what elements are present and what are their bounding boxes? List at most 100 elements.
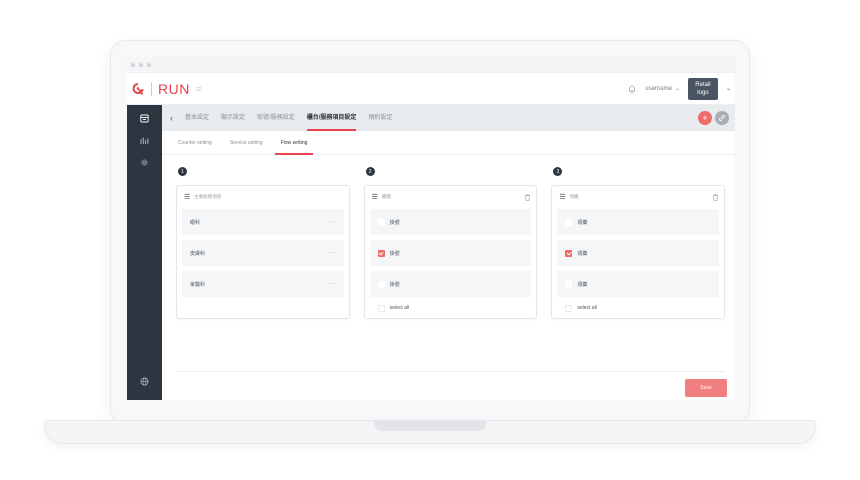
window-close-dot[interactable] <box>131 62 135 67</box>
logo-text: RUN <box>158 80 190 97</box>
drag-handle-icon[interactable]: ☰ <box>184 193 190 201</box>
flow-column-3: 3 ☰ 領藥 領藥 領藥 領藥 select all <box>551 167 726 319</box>
checkbox-row[interactable]: 掛號 <box>369 271 532 297</box>
app-body: ‹ 基本設定 顯示設定 取號/服務設定 櫃台/服務項目設定 預約設定 + Cou… <box>127 105 735 400</box>
flow-column-1: 1 ☰ 主要服務項目 眼科 ··· 皮膚科 ··· 家醫科 ··· <box>176 167 350 319</box>
window-chrome <box>127 57 735 73</box>
checkbox-checked[interactable] <box>565 249 573 257</box>
app-header: RUN ⠶ username ⌄ Retail logo ⌄ <box>127 73 735 105</box>
checkbox-row[interactable]: 領藥 <box>557 209 720 235</box>
username-label: username <box>645 85 672 92</box>
more-icon[interactable]: ··· <box>328 250 336 256</box>
tab-reservation-settings[interactable]: 預約設定 <box>368 105 392 131</box>
link-icon <box>718 114 726 122</box>
card-title: 主要服務項目 <box>194 194 222 199</box>
card-header: ☰ 櫃檯 <box>370 191 532 203</box>
item-label: 領藥 <box>577 281 588 288</box>
list-item[interactable]: 眼科 ··· <box>182 209 344 235</box>
checkbox[interactable] <box>565 280 573 288</box>
item-label: 掛號 <box>389 281 400 288</box>
more-icon[interactable]: ··· <box>328 219 336 225</box>
card-title: 櫃檯 <box>381 194 391 199</box>
select-all-row[interactable]: select all <box>557 302 719 314</box>
user-menu[interactable]: username ⌄ <box>645 85 680 93</box>
subtab-flow-setting[interactable]: Flow setting <box>274 131 314 155</box>
globe-icon <box>140 377 149 385</box>
window-maximize-dot[interactable] <box>147 62 151 67</box>
select-all-row[interactable]: select all <box>370 302 532 314</box>
gear-icon <box>141 158 148 166</box>
trash-icon[interactable] <box>712 194 719 201</box>
item-label: 家醫科 <box>190 281 206 288</box>
retail-logo-line1: Retail <box>695 81 711 88</box>
tab-basic-settings[interactable]: 基本設定 <box>185 105 209 131</box>
link-button[interactable] <box>715 111 729 125</box>
sidebar <box>127 105 162 400</box>
checkbox-row[interactable]: 領藥 <box>557 271 720 297</box>
add-button[interactable]: + <box>698 111 712 125</box>
trash-icon[interactable] <box>524 194 531 201</box>
card-header: ☰ 領藥 <box>557 191 719 203</box>
item-label: 領藥 <box>577 219 588 226</box>
tab-actions: + <box>698 111 729 125</box>
logo-mark-icon <box>132 82 144 95</box>
retail-logo[interactable]: Retail logo <box>687 77 718 100</box>
checkbox[interactable] <box>377 218 385 226</box>
step-badge: 1 <box>178 167 187 176</box>
subtab-counter-setting[interactable]: Counter setting <box>178 131 212 155</box>
app-logo[interactable]: RUN ⠶ <box>131 81 202 97</box>
counter-card: ☰ 櫃檯 掛號 掛號 掛號 select all <box>363 185 538 319</box>
card-title: 領藥 <box>569 194 579 199</box>
drag-handle-icon[interactable]: ☰ <box>372 193 378 201</box>
flow-columns: 1 ☰ 主要服務項目 眼科 ··· 皮膚科 ··· 家醫科 ··· 2 ☰ 櫃檯… <box>176 167 726 319</box>
pharmacy-card: ☰ 領藥 領藥 領藥 領藥 select all <box>551 185 726 319</box>
item-label: 眼科 <box>190 219 201 226</box>
drag-handle-icon[interactable]: ☰ <box>559 193 565 201</box>
tab-counter-service-settings[interactable]: 櫃台/服務項目設定 <box>306 105 356 131</box>
checkbox-checked[interactable] <box>377 249 385 257</box>
checkbox[interactable] <box>565 218 573 226</box>
card-header: ☰ 主要服務項目 <box>182 191 344 203</box>
more-icon[interactable]: ··· <box>328 281 336 287</box>
back-chevron-icon[interactable]: ‹ <box>170 113 173 123</box>
browser-window: RUN ⠶ username ⌄ Retail logo ⌄ ‹ 基本設定 顯示… <box>127 57 735 400</box>
checkbox-row[interactable]: 領藥 <box>557 240 720 266</box>
checkbox[interactable] <box>377 280 385 288</box>
sidebar-item-store[interactable] <box>140 113 150 123</box>
step-badge: 3 <box>553 167 563 176</box>
item-label: 領藥 <box>577 250 588 257</box>
flow-column-2: 2 ☰ 櫃檯 掛號 掛號 掛號 select all <box>363 167 538 319</box>
list-item[interactable]: 皮膚科 ··· <box>182 240 344 266</box>
store-icon <box>140 114 149 122</box>
item-label: 掛號 <box>389 219 400 226</box>
checkbox-row[interactable]: 掛號 <box>369 209 532 235</box>
subtab-service-setting[interactable]: Service setting <box>230 131 263 155</box>
list-item[interactable]: 家醫科 ··· <box>182 271 344 297</box>
tab-display-settings[interactable]: 顯示設定 <box>221 105 245 131</box>
header-right: username ⌄ Retail logo ⌄ <box>627 77 731 100</box>
save-button[interactable]: Save <box>685 379 727 397</box>
select-all-checkbox[interactable] <box>377 304 385 312</box>
sidebar-item-settings[interactable] <box>140 157 150 167</box>
flow-subtabs: Counter setting Service setting Flow set… <box>162 131 735 155</box>
laptop-notch <box>374 421 486 431</box>
logo-separator <box>151 81 152 96</box>
sidebar-item-language[interactable] <box>140 376 150 386</box>
footer-divider <box>176 371 725 372</box>
retail-logo-line2: logo <box>697 89 709 96</box>
app-grid-icon[interactable]: ⠶ <box>196 84 202 93</box>
retail-chevron-down-icon[interactable]: ⌄ <box>726 85 731 92</box>
bar-chart-icon <box>140 137 149 144</box>
service-items-card: ☰ 主要服務項目 眼科 ··· 皮膚科 ··· 家醫科 ··· <box>176 185 350 319</box>
main-content: ‹ 基本設定 顯示設定 取號/服務設定 櫃台/服務項目設定 預約設定 + Cou… <box>162 105 735 400</box>
window-minimize-dot[interactable] <box>139 62 143 67</box>
sidebar-item-reports[interactable] <box>140 135 150 145</box>
settings-tabs: ‹ 基本設定 顯示設定 取號/服務設定 櫃台/服務項目設定 預約設定 + <box>162 105 735 131</box>
item-label: 皮膚科 <box>190 250 206 257</box>
select-all-label: select all <box>389 305 410 311</box>
bell-icon[interactable] <box>627 84 637 94</box>
tab-ticket-settings[interactable]: 取號/服務設定 <box>257 105 295 131</box>
item-label: 掛號 <box>389 250 400 257</box>
checkbox-row[interactable]: 掛號 <box>369 240 532 266</box>
select-all-checkbox[interactable] <box>565 304 573 312</box>
